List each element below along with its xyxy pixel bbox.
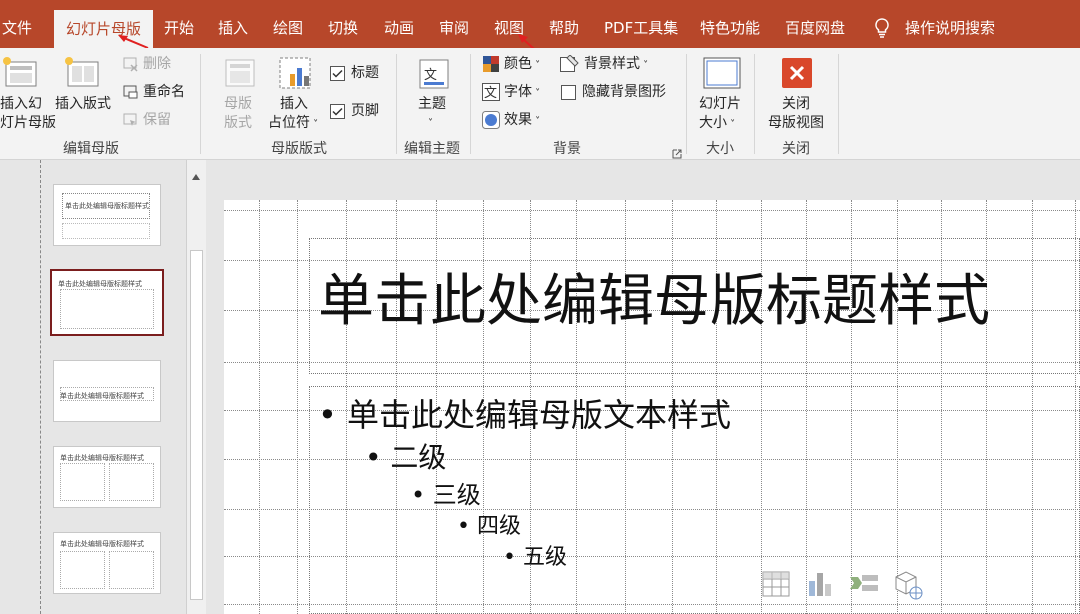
rename-button[interactable]: 重命名 xyxy=(143,83,185,102)
fonts-button[interactable]: 字体 ˅ xyxy=(504,83,540,103)
rename-icon[interactable] xyxy=(122,84,138,104)
master-layout-icon[interactable] xyxy=(224,58,256,92)
background-styles-icon[interactable] xyxy=(560,54,580,77)
footer-checkbox-label: 页脚 xyxy=(351,103,379,119)
delete-icon[interactable] xyxy=(122,56,138,76)
insert-placeholder-icon[interactable] xyxy=(278,56,316,96)
scroll-up-icon[interactable] xyxy=(191,166,201,185)
insert-layout-button[interactable]: 插入版式 xyxy=(55,95,111,114)
chevron-down-icon: ˅ xyxy=(310,119,319,130)
group-label-close: 关闭 xyxy=(782,141,810,157)
master-layout-button[interactable]: 母版 版式 xyxy=(224,95,252,133)
ribbon-separator xyxy=(200,54,201,154)
insert-chart-icon[interactable] xyxy=(806,571,834,601)
thumb-title-placeholder xyxy=(60,387,154,401)
colors-icon[interactable] xyxy=(482,55,500,77)
insert-3d-model-icon[interactable] xyxy=(892,569,924,605)
group-label-edit-master: 编辑母版 xyxy=(63,141,119,157)
title-checkbox-label: 标题 xyxy=(351,65,379,81)
thumb-body-placeholder xyxy=(109,551,154,589)
thumb-body-placeholder xyxy=(60,289,154,329)
close-master-view-icon[interactable] xyxy=(782,58,812,92)
group-label-size: 大小 xyxy=(706,141,734,157)
colors-button[interactable]: 颜色 ˅ xyxy=(504,55,540,75)
grid-line-vertical xyxy=(297,200,298,614)
thumbnail-layout[interactable]: 单击此处编辑母版标题样式 xyxy=(53,446,161,508)
footer-checkbox[interactable] xyxy=(330,104,345,123)
thumb-body-placeholder xyxy=(60,551,105,589)
thumb-body-placeholder xyxy=(60,463,105,501)
svg-text:文: 文 xyxy=(424,68,437,83)
close-master-view-button[interactable]: 关闭 母版视图 xyxy=(768,95,824,133)
theme-icon[interactable]: 文 xyxy=(418,58,450,94)
preserve-icon[interactable] xyxy=(122,112,138,132)
insert-layout-icon[interactable] xyxy=(64,56,102,92)
title-checkbox[interactable] xyxy=(330,66,345,85)
effects-icon[interactable] xyxy=(482,111,500,133)
insert-slide-master-button[interactable]: 插入幻 灯片母版 xyxy=(0,95,56,133)
insert-placeholder-button[interactable]: 插入 占位符 ˅ xyxy=(268,95,318,134)
ribbon-separator xyxy=(686,54,687,154)
chevron-down-icon: ˅ xyxy=(727,119,736,130)
theme-button[interactable]: 主题 ˅ xyxy=(418,95,446,133)
thumbnail-scrollbar[interactable] xyxy=(186,160,206,614)
hide-bg-graphics-checkbox[interactable] xyxy=(561,85,576,104)
thumbnail-title: 单击此处编辑母版标题样式 xyxy=(60,454,144,462)
pane-divider xyxy=(40,160,41,614)
thumbnail-title: 单击此处编辑母版标题样式 xyxy=(58,280,142,288)
slide-size-button[interactable]: 幻灯片 大小 ˅ xyxy=(699,95,741,134)
thumbnail-title: 单击此处编辑母版标题样式 xyxy=(65,202,149,210)
ribbon-separator xyxy=(838,54,839,154)
svg-text:文: 文 xyxy=(484,86,497,101)
insert-smartart-icon[interactable] xyxy=(848,571,880,601)
chevron-down-icon: ˅ xyxy=(532,60,541,71)
text-level-5: • 五级 xyxy=(503,545,567,570)
insert-table-icon[interactable] xyxy=(762,571,790,601)
text-level-2: • 二级 xyxy=(365,441,447,474)
insert-slide-master-icon[interactable] xyxy=(2,56,40,92)
thumbnail-layout-selected[interactable]: 单击此处编辑母版标题样式 xyxy=(50,269,164,336)
slide-size-icon[interactable] xyxy=(702,56,742,94)
annotation-arrow-icon xyxy=(118,35,149,49)
scroll-thumb[interactable] xyxy=(190,250,203,600)
thumbnail-slide-master[interactable]: 单击此处编辑母版标题样式 xyxy=(53,184,161,246)
thumbnail-layout[interactable]: 单击此处编辑母版标题样式 xyxy=(53,360,161,422)
slide-title: 单击此处编辑母版标题样式 xyxy=(318,269,990,334)
delete-button[interactable]: 删除 xyxy=(143,55,171,74)
effects-button[interactable]: 效果 ˅ xyxy=(504,111,540,131)
chevron-down-icon: ˅ xyxy=(640,60,649,71)
hide-bg-graphics-label: 隐藏背景图形 xyxy=(582,84,666,100)
ribbon-separator xyxy=(754,54,755,154)
thumbnail-title: 单击此处编辑母版标题样式 xyxy=(60,540,144,548)
grid-line-horizontal xyxy=(224,210,1080,211)
ribbon-separator xyxy=(470,54,471,154)
thumbnail-layout[interactable]: 单击此处编辑母版标题样式 xyxy=(53,532,161,594)
text-level-4: • 四级 xyxy=(457,514,521,539)
ribbon-separator xyxy=(396,54,397,154)
chevron-down-icon: ˅ xyxy=(532,116,541,127)
text-level-1: • 单击此处编辑母版文本样式 xyxy=(318,396,732,434)
fonts-icon[interactable]: 文 xyxy=(482,83,500,105)
group-label-edit-theme: 编辑主题 xyxy=(404,141,460,157)
thumb-body-placeholder xyxy=(62,223,150,239)
preserve-button[interactable]: 保留 xyxy=(143,111,171,130)
group-label-background: 背景 xyxy=(553,141,581,157)
chevron-down-icon: ˅ xyxy=(428,118,433,129)
text-level-3: • 三级 xyxy=(411,481,481,509)
grid-line-vertical xyxy=(259,200,260,614)
thumb-body-placeholder xyxy=(109,463,154,501)
background-styles-button[interactable]: 背景样式 ˅ xyxy=(584,55,648,75)
chevron-down-icon: ˅ xyxy=(532,88,541,99)
group-label-master-layout: 母版版式 xyxy=(271,141,327,157)
